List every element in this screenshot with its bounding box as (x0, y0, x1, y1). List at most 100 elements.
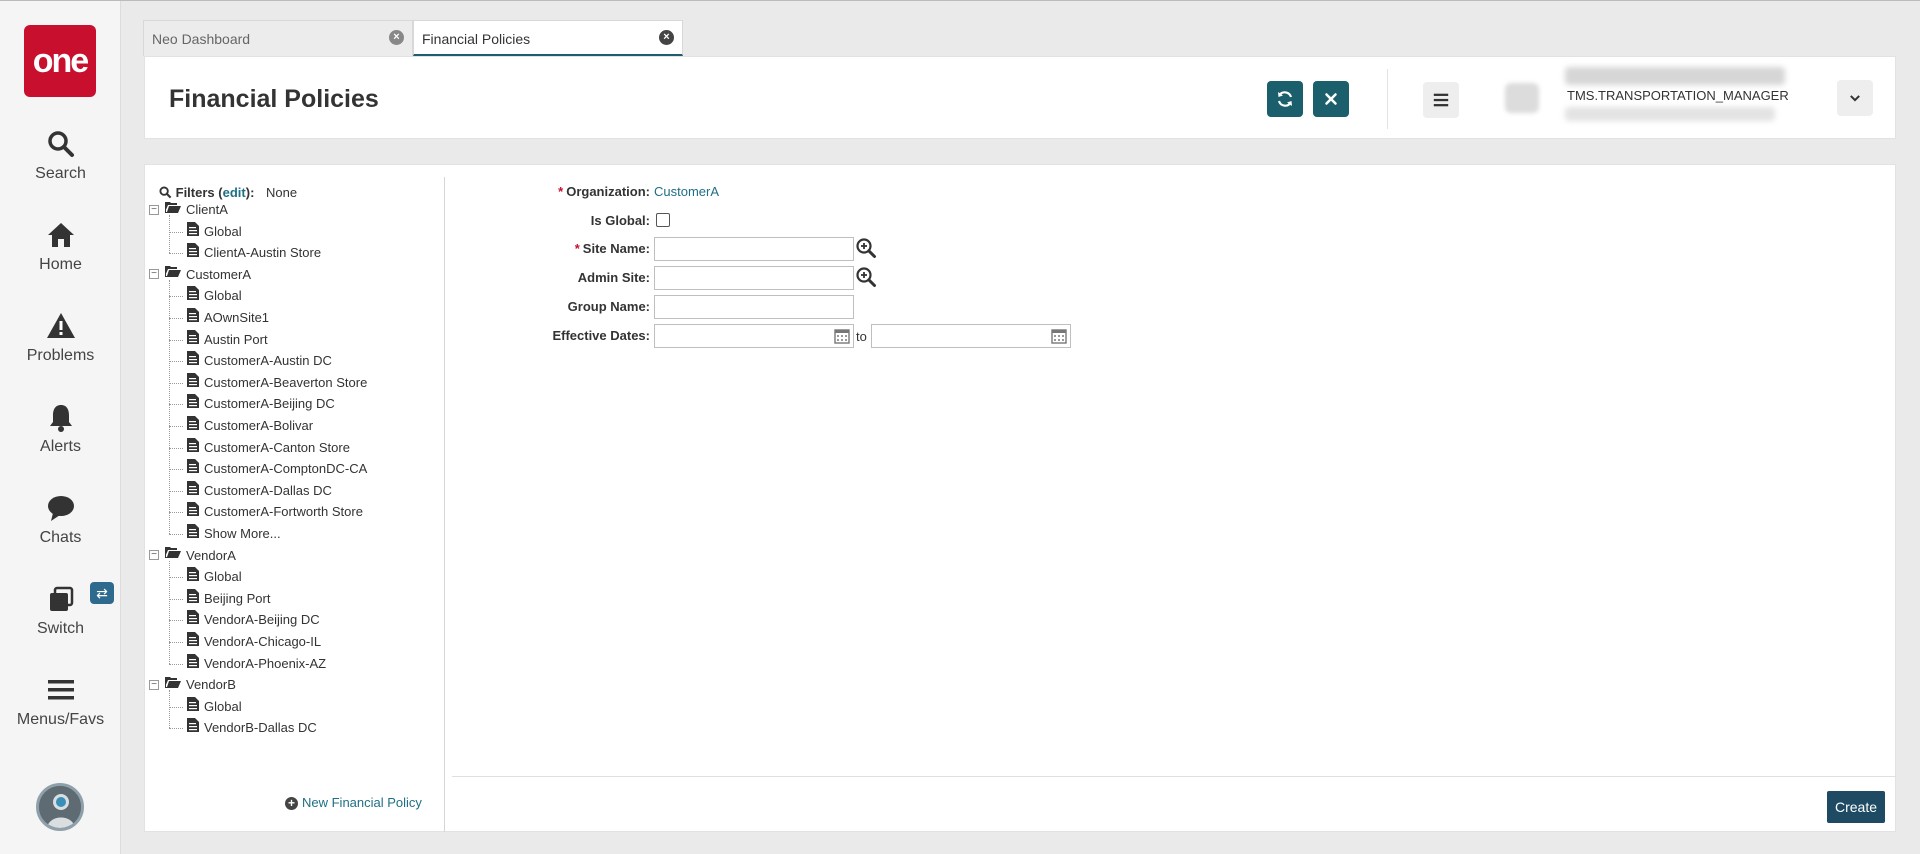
nav-switch-label: Switch (36, 620, 85, 637)
tree-connector (169, 663, 183, 665)
magnifier-plus-icon[interactable] (855, 266, 877, 288)
tree-folder[interactable]: − ClientA (149, 201, 228, 219)
tree-item[interactable]: CustomerA-Canton Store (187, 437, 350, 457)
document-icon (187, 372, 199, 392)
tree-item[interactable]: Beijing Port (187, 588, 270, 608)
tree-item[interactable]: ClientA-Austin Store (187, 243, 322, 262)
tree-item[interactable]: CustomerA-ComptonDC-CA (187, 459, 367, 478)
nav-alerts-label: Alerts (40, 438, 81, 455)
organization-value-link[interactable]: CustomerA (654, 184, 719, 199)
nav-problems-label: Problems (26, 347, 95, 364)
collapse-toggle-icon[interactable]: − (149, 679, 159, 690)
calendar-icon[interactable] (1050, 327, 1068, 345)
tree-folder-label: ClientA (186, 202, 228, 217)
tree-connector (169, 404, 183, 406)
nav-home[interactable]: Home (0, 220, 121, 274)
is-global-checkbox[interactable] (656, 213, 670, 227)
effective-dates-label: Effective Dates: (552, 328, 650, 343)
document-icon (187, 329, 199, 349)
close-icon[interactable]: × (659, 30, 674, 45)
calendar-icon[interactable] (833, 327, 851, 345)
document-icon (187, 567, 199, 586)
tree-item[interactable]: Austin Port (187, 329, 268, 349)
nav-switch[interactable]: ⇄ Switch (0, 582, 121, 638)
nav-search-label: Search (35, 165, 86, 182)
admin-site-input[interactable] (654, 266, 854, 290)
tree-item[interactable]: CustomerA-Beijing DC (187, 394, 335, 413)
tree-folder[interactable]: − VendorB (149, 676, 236, 694)
tree-show-more[interactable]: Show More... (187, 524, 281, 543)
tree-item-label: VendorA-Chicago-IL (204, 634, 322, 649)
tree-item[interactable]: VendorA-Beijing DC (187, 610, 320, 629)
close-icon[interactable]: × (389, 30, 404, 45)
nav-alerts[interactable]: Alerts (0, 402, 121, 456)
tree-item[interactable]: CustomerA-Beaverton Store (187, 372, 367, 392)
tree-folder-label: CustomerA (186, 266, 252, 282)
tree-connector (169, 577, 183, 579)
tree-connector (169, 690, 170, 729)
tab-financial-policies[interactable]: Financial Policies × (413, 20, 683, 56)
chevron-down-icon (1850, 95, 1860, 102)
tree-item[interactable]: CustomerA-Fortworth Store (187, 502, 363, 521)
tree-item-label: VendorA-Phoenix-AZ (204, 655, 327, 671)
tree-connector (169, 318, 183, 319)
create-button[interactable]: Create (1827, 791, 1885, 823)
refresh-button[interactable] (1267, 81, 1303, 117)
tree-folder[interactable]: − CustomerA (149, 266, 251, 284)
magnifier-plus-icon[interactable] (855, 237, 877, 259)
user-role: TMS.TRANSPORTATION_MANAGER (1567, 88, 1789, 103)
tree-item-label: CustomerA-Fortworth Store (204, 504, 363, 520)
nav-menus-favs[interactable]: Menus/Favs (0, 675, 121, 729)
tree-item[interactable]: VendorA-Chicago-IL (187, 632, 322, 651)
tree-item[interactable]: CustomerA-Austin DC (187, 351, 332, 370)
group-name-input[interactable] (654, 295, 854, 319)
nav-menus-favs-label: Menus/Favs (16, 711, 105, 728)
bell-icon (0, 402, 121, 436)
document-icon (187, 416, 199, 435)
collapse-toggle-icon[interactable]: − (149, 269, 159, 280)
tree-item[interactable]: CustomerA-Dallas DC (187, 480, 332, 500)
tree-item[interactable]: AOwnSite1 (187, 308, 269, 327)
tree-item-label: CustomerA-Austin DC (204, 353, 332, 369)
new-financial-policy-link[interactable]: + New Financial Policy (285, 795, 422, 810)
effective-from-date-input[interactable] (654, 324, 854, 348)
site-name-input[interactable] (654, 237, 854, 261)
tree-connector (169, 512, 183, 514)
user-avatar-button[interactable] (36, 783, 84, 831)
close-page-button[interactable] (1313, 81, 1349, 117)
collapse-toggle-icon[interactable]: − (149, 204, 159, 215)
user-menu-dropdown[interactable] (1837, 80, 1873, 116)
tree-connector (169, 447, 183, 449)
organization-label: * Organization: (558, 184, 650, 199)
tree-connector (169, 279, 170, 534)
new-policy-label: New Financial Policy (302, 795, 422, 810)
tree-item-label: Show More... (204, 526, 281, 541)
tab-label: Financial Policies (422, 31, 531, 47)
effective-to-date-input[interactable] (871, 324, 1071, 348)
tree-item[interactable]: CustomerA-Bolivar (187, 416, 313, 435)
filters-edit-link[interactable]: edit (223, 185, 246, 200)
collapse-toggle-icon[interactable]: − (149, 550, 159, 561)
tree-item-label: ClientA-Austin Store (204, 245, 322, 261)
tree-folder[interactable]: − VendorA (149, 547, 236, 565)
nav-problems[interactable]: Problems (0, 311, 121, 365)
one-logo[interactable]: one (24, 25, 96, 97)
tree-item[interactable]: Global (187, 567, 242, 586)
tab-neo-dashboard[interactable]: Neo Dashboard × (143, 20, 413, 56)
left-navigation: one Search Home Problems Alerts Chats ⇄ … (0, 1, 121, 854)
document-icon (187, 588, 199, 608)
document-icon (187, 286, 199, 305)
document-icon (187, 351, 199, 370)
tree-connector (169, 215, 170, 254)
tree-item[interactable]: Global (187, 286, 242, 305)
tree-item[interactable]: VendorB-Dallas DC (187, 718, 317, 737)
switch-badge[interactable]: ⇄ (90, 582, 114, 604)
nav-search[interactable]: Search (0, 129, 121, 183)
nav-chats[interactable]: Chats (0, 493, 121, 547)
tree-item[interactable]: Global (187, 221, 242, 241)
tree-connector (169, 490, 183, 492)
tree-item-label: CustomerA-Dallas DC (204, 482, 332, 498)
page-menu-button[interactable] (1423, 82, 1459, 118)
tree-item[interactable]: VendorA-Phoenix-AZ (187, 653, 327, 673)
tree-item[interactable]: Global (187, 696, 242, 716)
